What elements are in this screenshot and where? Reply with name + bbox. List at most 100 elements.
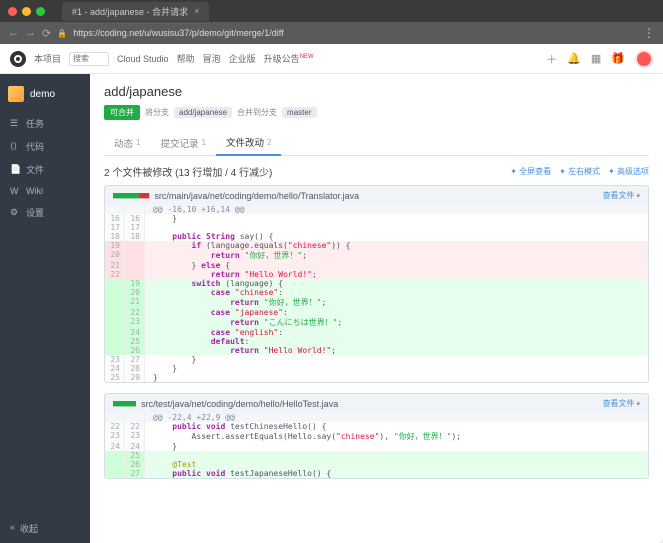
line-number-old: 25 bbox=[105, 373, 125, 382]
browser-urlbar: ← → ⟳ 🔒 https://coding.net/u/wusisu37/p/… bbox=[0, 22, 663, 44]
diff-line: @@ -16,10 +16,14 @@ bbox=[105, 205, 648, 214]
nav-bubble[interactable]: 冒泡 bbox=[203, 52, 221, 65]
sidebar-item-wiki[interactable]: WWiki bbox=[0, 181, 90, 201]
gear-icon: ⚙ bbox=[10, 207, 20, 218]
apps-icon[interactable]: ▦ bbox=[591, 52, 601, 65]
project-icon bbox=[8, 86, 24, 102]
minimize-window-button[interactable] bbox=[22, 7, 31, 16]
line-number-new: 26 bbox=[125, 460, 145, 469]
line-number-old: 24 bbox=[105, 364, 125, 373]
tab-activity[interactable]: 动态1 bbox=[104, 130, 150, 155]
search-input[interactable] bbox=[69, 52, 109, 66]
diff-line: 22 return "Hello World!"; bbox=[105, 270, 648, 279]
diff-body: @@ -22,4 +22,9 @@2222 public void testCh… bbox=[105, 413, 648, 478]
line-number-old: 21 bbox=[105, 261, 125, 270]
browser-menu-icon[interactable]: ⋮ bbox=[643, 26, 655, 40]
sidebar-item-code[interactable]: ⟨⟩代码 bbox=[0, 135, 90, 158]
line-number-old bbox=[105, 205, 125, 214]
content-area: add/japanese 可合并 将分支 add/japanese 合并到分支 … bbox=[90, 74, 663, 543]
nav-upgrade[interactable]: 升级公告NEW bbox=[264, 52, 314, 65]
fullscreen-link[interactable]: ✦ 全屏查看 bbox=[510, 166, 551, 177]
coding-logo[interactable] bbox=[10, 51, 26, 67]
line-number-old: 24 bbox=[105, 442, 125, 451]
collapse-sidebar-button[interactable]: «收起 bbox=[10, 522, 38, 535]
project-name: demo bbox=[30, 89, 55, 100]
line-number-new: 23 bbox=[125, 431, 145, 442]
file-diff-block: ■■■■■■■■ src/main/java/net/coding/demo/he… bbox=[104, 185, 649, 383]
chevron-down-icon: ▾ bbox=[636, 193, 640, 200]
line-number-new: 18 bbox=[125, 232, 145, 241]
file-header[interactable]: ■■■■■src/test/java/net/coding/demo/hello… bbox=[105, 394, 648, 413]
line-number-old bbox=[105, 317, 125, 328]
nav-enterprise[interactable]: 企业版 bbox=[229, 52, 256, 65]
line-number-new: 28 bbox=[125, 364, 145, 373]
chevron-down-icon: ▾ bbox=[636, 401, 640, 408]
project-selector[interactable]: demo bbox=[0, 82, 90, 106]
sidebar-item-settings[interactable]: ⚙设置 bbox=[0, 201, 90, 224]
forward-button[interactable]: → bbox=[25, 27, 36, 39]
file-path: src/main/java/net/coding/demo/hello/Tran… bbox=[154, 191, 359, 201]
diff-line: 23 return "こんにちは世界！"; bbox=[105, 317, 648, 328]
line-number-old bbox=[105, 469, 125, 478]
side-by-side-link[interactable]: ✦ 左右模式 bbox=[559, 166, 600, 177]
collapse-icon: « bbox=[10, 522, 15, 535]
close-tab-icon[interactable]: × bbox=[194, 6, 199, 16]
diff-line: 2323 Assert.assertEquals(Hello.say("chin… bbox=[105, 431, 648, 442]
file-header[interactable]: ■■■■■■■■ src/main/java/net/coding/demo/he… bbox=[105, 186, 648, 205]
back-button[interactable]: ← bbox=[8, 27, 19, 39]
diff-summary: 2 个文件被修改 (13 行增加 / 4 行减少) bbox=[104, 164, 272, 179]
line-number-old bbox=[105, 337, 125, 346]
nav-project[interactable]: 本项目 bbox=[34, 52, 61, 65]
diff-line: @@ -22,4 +22,9 @@ bbox=[105, 413, 648, 422]
line-number-new: 22 bbox=[125, 308, 145, 317]
nav-help[interactable]: 帮助 bbox=[177, 52, 195, 65]
sidebar-item-tasks[interactable]: ☰任务 bbox=[0, 112, 90, 135]
view-file-link[interactable]: 查看文件▾ bbox=[602, 190, 640, 201]
line-number-old: 16 bbox=[105, 214, 125, 223]
close-window-button[interactable] bbox=[8, 7, 17, 16]
lock-icon: 🔒 bbox=[57, 29, 67, 38]
sidebar-item-files[interactable]: 📄文件 bbox=[0, 158, 90, 181]
url-text[interactable]: https://coding.net/u/wusisu37/p/demo/git… bbox=[73, 28, 637, 38]
tab-file-changes[interactable]: 文件改动2 bbox=[216, 130, 281, 156]
reload-button[interactable]: ⟳ bbox=[42, 27, 51, 40]
diff-line: 2222 public void testChineseHello() { bbox=[105, 422, 648, 431]
diff-line: 25 bbox=[105, 451, 648, 460]
src-branch[interactable]: add/japanese bbox=[174, 107, 232, 118]
avatar[interactable] bbox=[635, 50, 653, 68]
diff-line: 26 @Test bbox=[105, 460, 648, 469]
add-icon[interactable]: ＋ bbox=[546, 51, 557, 67]
dst-branch[interactable]: master bbox=[282, 107, 316, 118]
diff-code: } bbox=[145, 355, 648, 364]
tab-commits[interactable]: 提交记录1 bbox=[150, 130, 215, 155]
line-number-new bbox=[125, 241, 145, 250]
wiki-icon: W bbox=[10, 186, 20, 196]
browser-tab[interactable]: #1 - add/japanese - 合并请求 × bbox=[62, 2, 209, 21]
view-file-link[interactable]: 查看文件▾ bbox=[602, 398, 640, 409]
nav-cloud-studio[interactable]: Cloud Studio bbox=[117, 54, 169, 64]
line-number-old: 19 bbox=[105, 241, 125, 250]
diff-code: return "你好，世界！"; bbox=[145, 250, 648, 261]
diff-code: public void testJapaneseHello() { bbox=[145, 469, 648, 478]
line-number-new: 26 bbox=[125, 346, 145, 355]
line-number-new: 25 bbox=[125, 451, 145, 460]
diff-line: 26 return "Hello World!"; bbox=[105, 346, 648, 355]
line-number-old bbox=[105, 297, 125, 308]
diff-stat-icon: ■■■■■■■■ bbox=[113, 191, 148, 201]
diff-line: 21 return "你好，世界！"; bbox=[105, 297, 648, 308]
line-number-old bbox=[105, 460, 125, 469]
maximize-window-button[interactable] bbox=[36, 7, 45, 16]
notification-icon[interactable]: 🔔 bbox=[567, 52, 581, 65]
src-branch-label: 将分支 bbox=[145, 107, 169, 118]
diff-code: Assert.assertEquals(Hello.say("chinese")… bbox=[145, 431, 648, 442]
diff-code: case "chinese": bbox=[145, 288, 648, 297]
gift-icon[interactable]: 🎁 bbox=[611, 52, 625, 65]
line-number-new: 24 bbox=[125, 328, 145, 337]
diff-code: @@ -22,4 +22,9 @@ bbox=[145, 413, 648, 422]
file-diff-block: ■■■■■src/test/java/net/coding/demo/hello… bbox=[104, 393, 649, 479]
line-number-new bbox=[125, 205, 145, 214]
diff-line: 24 case "english": bbox=[105, 328, 648, 337]
diff-code: return "Hello World!"; bbox=[145, 346, 648, 355]
tab-title: #1 - add/japanese - 合并请求 bbox=[72, 5, 188, 18]
advanced-options-link[interactable]: ✦ 高级选项 bbox=[608, 166, 649, 177]
